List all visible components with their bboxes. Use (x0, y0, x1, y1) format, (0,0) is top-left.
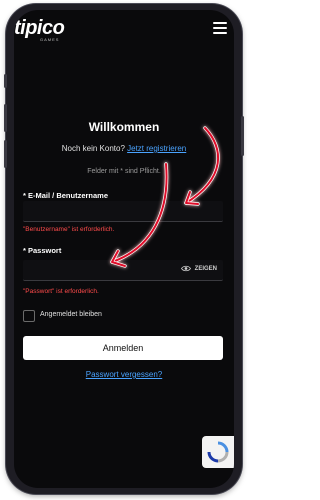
annotation-arrows (110, 126, 220, 268)
